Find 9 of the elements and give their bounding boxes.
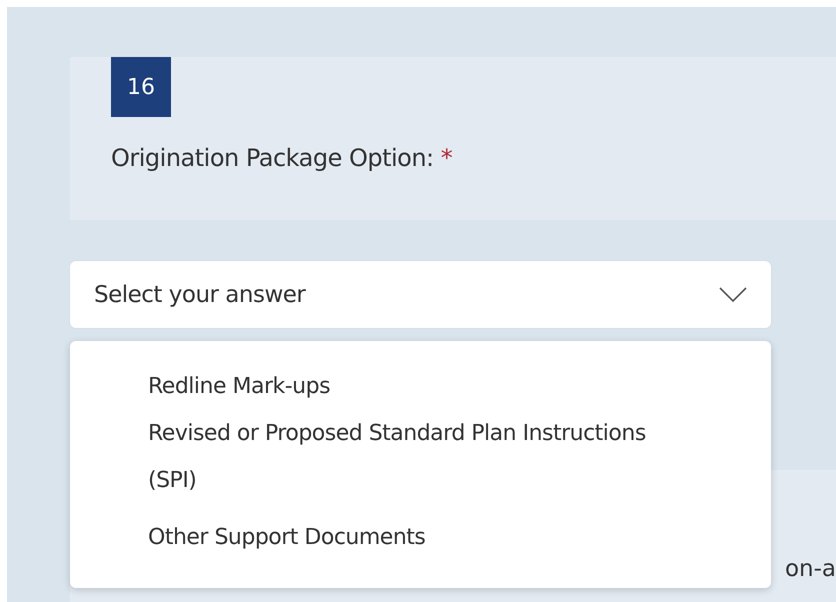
question-title: Origination Package Option: — [111, 144, 434, 172]
chevron-down-icon — [719, 286, 747, 302]
dropdown-option[interactable]: Revised or Proposed Standard Plan Instructions (SPI) — [148, 410, 658, 504]
question-number: 16 — [111, 57, 171, 117]
dropdown-option[interactable]: Redline Mark-ups — [148, 363, 658, 410]
answer-dropdown[interactable]: Select your answer — [70, 261, 771, 328]
required-mark: * — [440, 144, 452, 172]
question-text: on-a — [784, 555, 836, 584]
dropdown-option[interactable]: Other Support Documents — [148, 514, 658, 561]
